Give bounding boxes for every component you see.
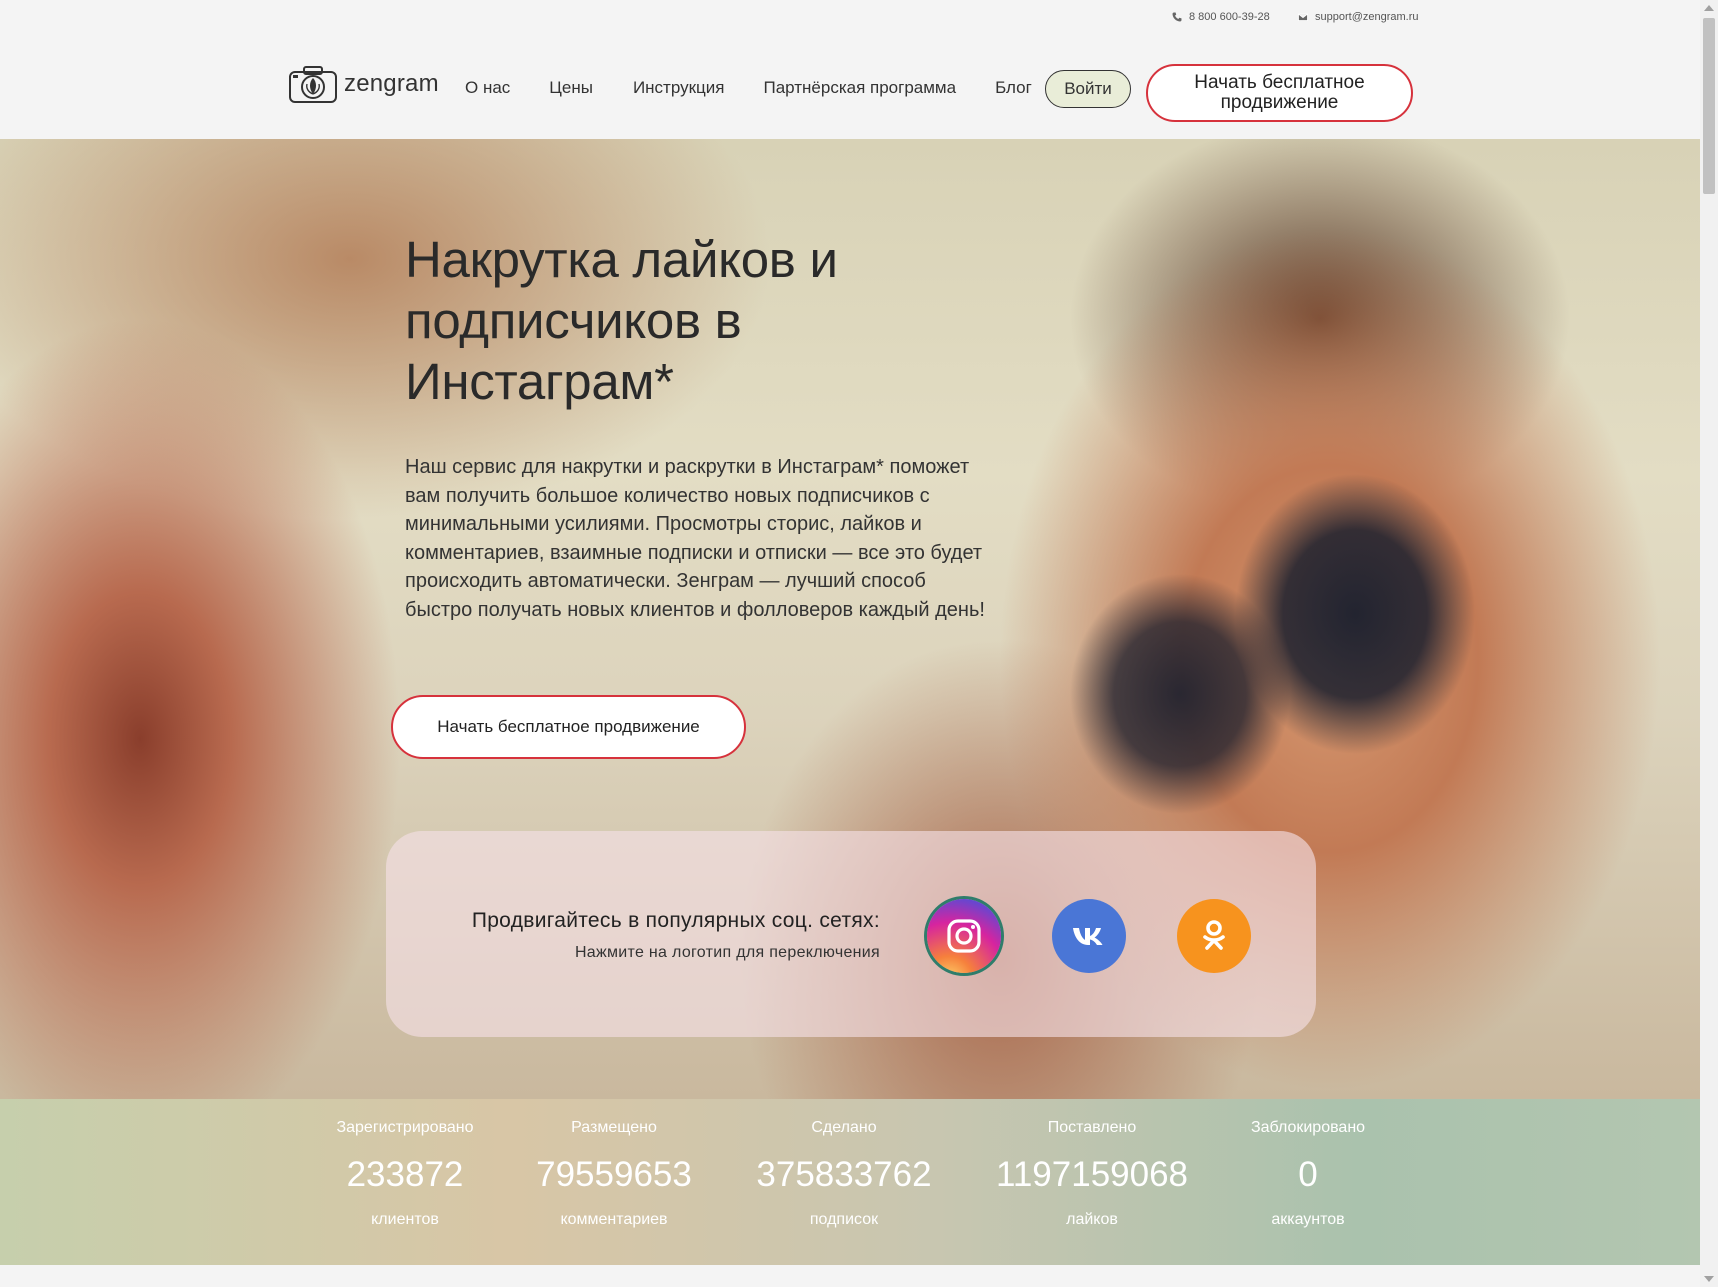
stat-value: 79559653 (536, 1155, 692, 1194)
site-header: zengram О нас Цены Инструкция Партнёрска… (0, 36, 1700, 139)
stat-value: 0 (1298, 1155, 1318, 1194)
hero-description: Наш сервис для накрутки и раскрутки в Ин… (405, 456, 985, 621)
stat-label-top: Поставлено (1047, 1119, 1137, 1136)
camera-lotus-icon (289, 66, 337, 103)
header-start-promotion-button[interactable]: Начать бесплатное продвижение (1146, 64, 1413, 122)
odnoklassniki-button[interactable] (1177, 899, 1251, 973)
top-contact-bar: 8 800 600-39-28 support@zengram.ru (0, 0, 1700, 36)
brand-logo[interactable]: zengram (288, 64, 439, 104)
login-button[interactable]: Войти (1045, 70, 1131, 108)
stats-bar: Зарегистрировано 233872 клиентов Размеще… (0, 1099, 1700, 1265)
social-panel-title: Продвигайтесь в популярных соц. сетях: (471, 909, 880, 932)
page-scrollbar[interactable] (1700, 0, 1718, 1287)
nav-item-blog[interactable]: Блог (995, 78, 1032, 98)
envelope-icon (1298, 13, 1308, 21)
email-contact[interactable]: support@zengram.ru (1298, 11, 1419, 23)
social-panel-hint: Нажмите на логотип для переключения (574, 944, 880, 961)
scroll-up-icon[interactable] (1704, 5, 1714, 11)
stat-label-top: Заблокировано (1250, 1119, 1366, 1136)
stat-label-bottom: лайков (1066, 1211, 1118, 1228)
instagram-button[interactable] (927, 899, 1001, 973)
page-bottom-strip (0, 1265, 1700, 1287)
vk-icon (1073, 928, 1103, 945)
instagram-icon (947, 919, 981, 953)
nav-item-partner-program[interactable]: Партнёрская программа (763, 78, 956, 98)
stat-label-top: Сделано (811, 1119, 877, 1136)
stat-label-bottom: подписок (809, 1211, 879, 1228)
nav-item-about[interactable]: О нас (465, 78, 510, 98)
email-address: support@zengram.ru (1315, 11, 1419, 23)
stat-value: 375833762 (756, 1155, 932, 1194)
stat-value: 1197159068 (995, 1155, 1189, 1194)
main-nav: О нас Цены Инструкция Партнёрская програ… (465, 78, 1071, 98)
phone-contact[interactable]: 8 800 600-39-28 (1172, 11, 1270, 23)
scroll-down-icon[interactable] (1704, 1276, 1714, 1282)
stat-label-top: Размещено (571, 1119, 657, 1136)
hero-start-promotion-button[interactable]: Начать бесплатное продвижение (391, 695, 746, 759)
phone-icon (1172, 12, 1182, 22)
stat-value: 233872 (346, 1155, 464, 1194)
stat-label-bottom: клиентов (371, 1211, 439, 1228)
phone-number: 8 800 600-39-28 (1189, 11, 1270, 23)
brand-name: zengram (344, 70, 439, 97)
nav-item-instructions[interactable]: Инструкция (633, 78, 725, 98)
social-networks-panel: Продвигайтесь в популярных соц. сетях: Н… (386, 831, 1316, 1037)
scroll-thumb[interactable] (1703, 18, 1715, 194)
odnoklassniki-icon (1203, 920, 1225, 950)
hero-title: Накрутка лайков и подписчиков в Инстагра… (405, 231, 838, 410)
stat-label-bottom: комментариев (560, 1211, 668, 1228)
nav-item-prices[interactable]: Цены (549, 78, 593, 98)
stat-label-top: Зарегистрировано (336, 1119, 474, 1136)
hero-section: Накрутка лайков и подписчиков в Инстагра… (0, 139, 1700, 1099)
stat-label-bottom: аккаунтов (1271, 1211, 1345, 1228)
vk-button[interactable] (1052, 899, 1126, 973)
